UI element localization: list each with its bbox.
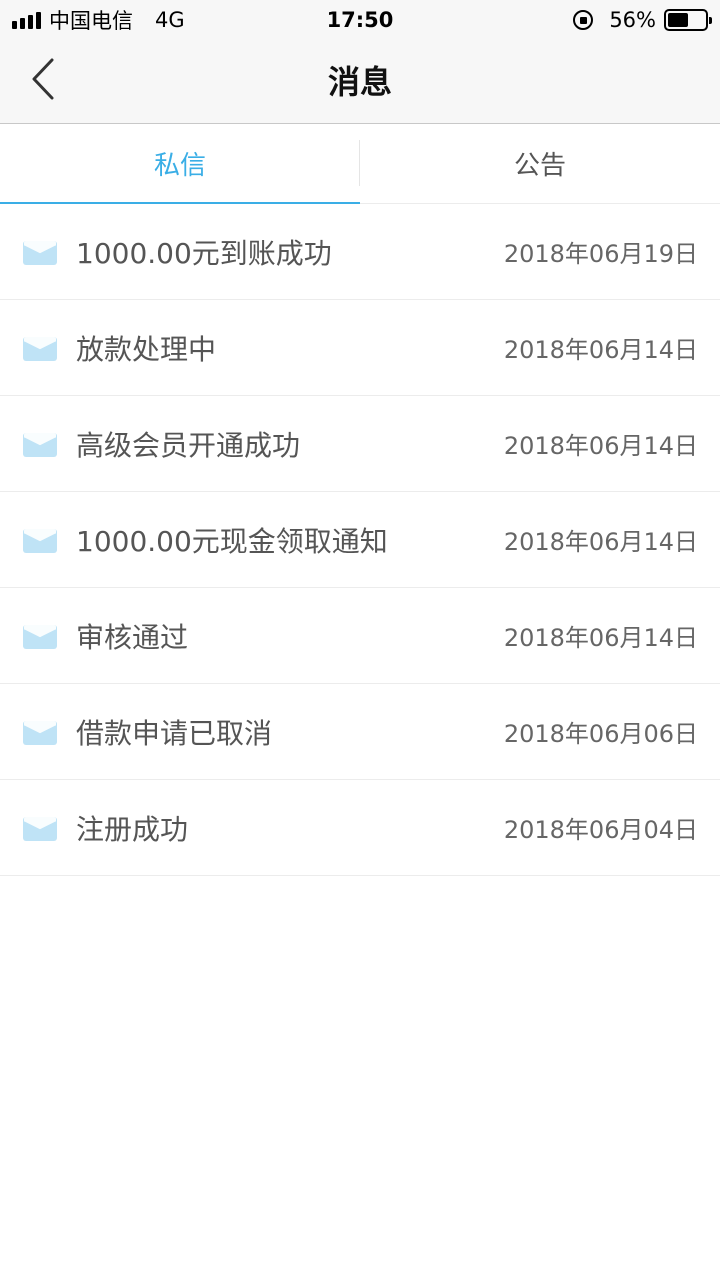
message-row[interactable]: 放款处理中 2018年06月14日	[0, 300, 720, 396]
message-date: 2018年06月06日	[503, 720, 698, 748]
mail-icon	[23, 816, 57, 841]
battery-percent: 56%	[609, 8, 656, 32]
mail-icon	[23, 432, 57, 457]
network-label: 4G	[155, 8, 185, 32]
rotation-lock-icon	[573, 10, 594, 30]
message-title: 借款申请已取消	[76, 716, 273, 750]
page-title: 消息	[327, 63, 392, 101]
message-date: 2018年06月14日	[503, 528, 698, 556]
tab-divider	[359, 140, 360, 186]
message-row[interactable]: 1000.00元现金领取通知 2018年06月14日	[0, 492, 720, 588]
message-title: 1000.00元到账成功	[76, 236, 332, 270]
message-row[interactable]: 借款申请已取消 2018年06月06日	[0, 684, 720, 780]
mail-icon	[23, 240, 57, 265]
signal-icon	[12, 11, 41, 29]
chevron-left-icon	[32, 58, 54, 100]
message-title: 审核通过	[76, 620, 189, 654]
message-title: 高级会员开通成功	[76, 428, 301, 462]
message-date: 2018年06月14日	[503, 624, 698, 652]
message-list: 1000.00元到账成功 2018年06月19日 放款处理中 2018年06月14日高…	[0, 204, 720, 876]
mail-icon	[23, 624, 57, 649]
tab-announcements[interactable]: 公告	[360, 124, 720, 203]
status-bar: 中国电信 4G 17:50 56%	[0, 0, 720, 40]
mail-icon	[23, 720, 57, 745]
status-left: 中国电信 4G	[12, 5, 185, 35]
message-row[interactable]: 1000.00元到账成功 2018年06月19日	[0, 204, 720, 300]
battery-fill	[668, 13, 689, 27]
message-title: 注册成功	[76, 812, 189, 846]
message-date: 2018年06月14日	[503, 432, 698, 460]
status-right: 56%	[573, 8, 712, 32]
message-row[interactable]: 注册成功 2018年06月04日	[0, 780, 720, 876]
back-button[interactable]	[18, 54, 68, 104]
tab-private-messages[interactable]: 私信	[0, 124, 360, 204]
battery-icon	[664, 9, 712, 31]
message-row[interactable]: 审核通过 2018年06月14日	[0, 588, 720, 684]
tab-bar: 私信 公告	[0, 124, 720, 204]
message-date: 2018年06月19日	[503, 240, 698, 268]
mail-icon	[23, 336, 57, 361]
message-title: 放款处理中	[76, 332, 217, 366]
message-row[interactable]: 高级会员开通成功 2018年06月14日	[0, 396, 720, 492]
carrier-label: 中国电信	[49, 9, 133, 33]
message-date: 2018年06月04日	[503, 816, 698, 844]
nav-bar: 消息	[0, 40, 720, 124]
message-title: 1000.00元现金领取通知	[76, 524, 388, 558]
mail-icon	[23, 528, 57, 553]
message-date: 2018年06月14日	[503, 336, 698, 364]
